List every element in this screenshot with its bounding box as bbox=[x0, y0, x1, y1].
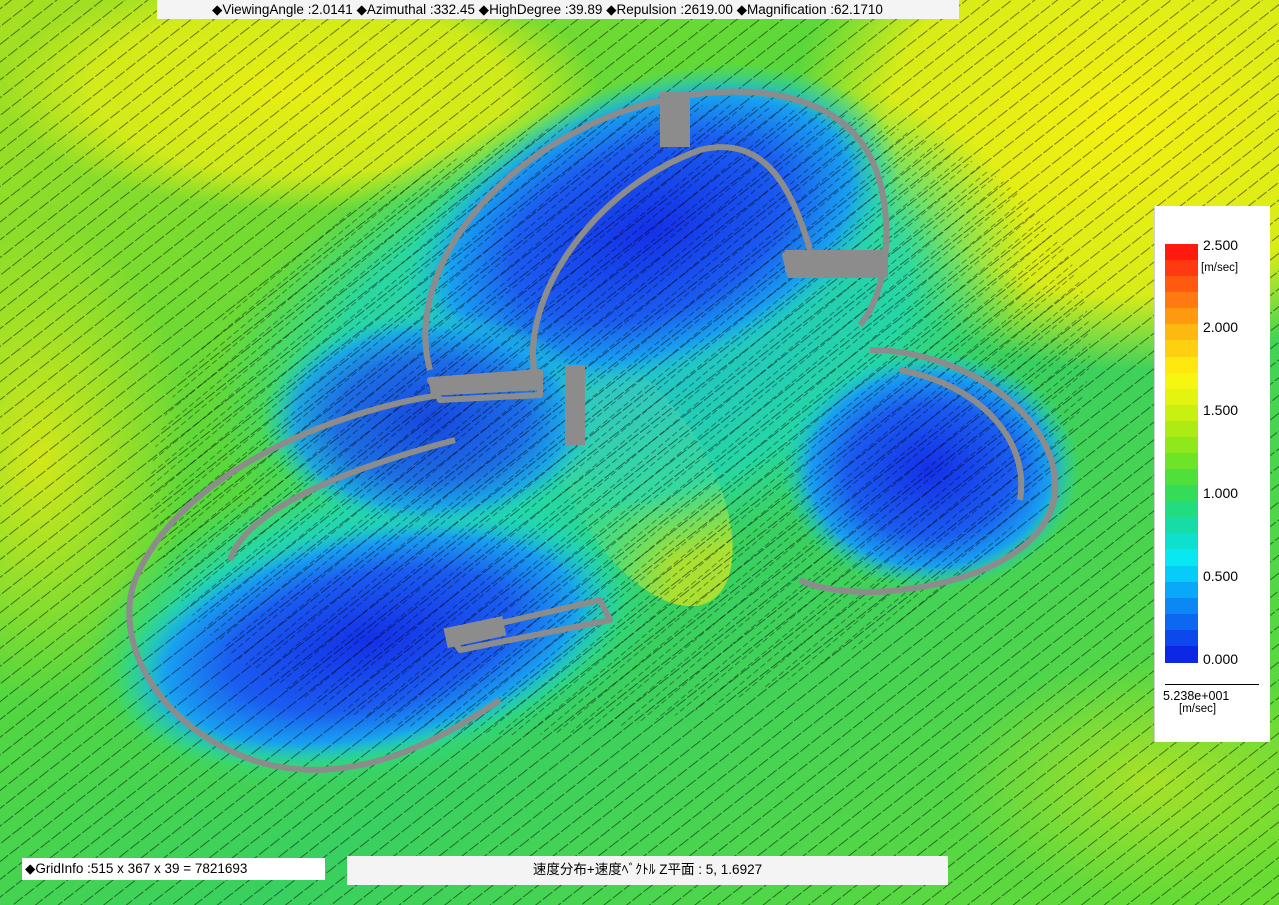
vector-scale-value: 5.238e+001 bbox=[1163, 689, 1230, 703]
legend-swatch bbox=[1165, 469, 1198, 486]
legend-swatch bbox=[1165, 565, 1198, 583]
legend-tick: 1.000 bbox=[1203, 485, 1239, 501]
legend-swatch bbox=[1165, 485, 1198, 502]
plane-info-label: 速度分布+速度ﾍﾞｸﾄﾙ Z平面 : 5, 1.6927 bbox=[347, 856, 948, 885]
legend-swatch bbox=[1165, 453, 1198, 470]
legend-swatch bbox=[1165, 340, 1198, 358]
legend-swatch bbox=[1165, 244, 1198, 261]
legend-swatch bbox=[1165, 356, 1198, 374]
legend-unit-label: [m/sec] bbox=[1201, 262, 1239, 274]
legend-color-bar bbox=[1165, 244, 1198, 663]
legend-swatch bbox=[1165, 308, 1198, 325]
legend-swatch bbox=[1165, 549, 1198, 567]
legend-swatch bbox=[1165, 324, 1198, 342]
legend-swatch bbox=[1165, 372, 1198, 390]
legend-swatch bbox=[1165, 533, 1198, 551]
legend-swatch bbox=[1165, 388, 1198, 406]
legend-swatch bbox=[1165, 629, 1198, 647]
legend-swatch bbox=[1165, 436, 1198, 454]
velocity-field-viewport[interactable] bbox=[0, 0, 1279, 905]
legend-swatch bbox=[1165, 420, 1198, 438]
legend-swatch bbox=[1165, 276, 1198, 293]
legend-swatch bbox=[1165, 613, 1198, 631]
legend-swatch bbox=[1165, 501, 1198, 518]
legend-swatch bbox=[1165, 645, 1198, 663]
vector-scale-arrow bbox=[1165, 684, 1259, 685]
color-legend: 2.500 [m/sec] 2.000 1.500 1.000 0.500 0.… bbox=[1154, 206, 1270, 742]
legend-tick: 2.000 bbox=[1203, 319, 1239, 335]
grid-info-text: ◆GridInfo :515 x 367 x 39 = 7821693 bbox=[25, 861, 248, 876]
legend-swatch bbox=[1165, 581, 1198, 599]
velocity-field-plot bbox=[0, 0, 1279, 905]
legend-swatch bbox=[1165, 292, 1198, 309]
legend-swatch bbox=[1165, 597, 1198, 615]
view-parameters-bar: ◆ViewingAngle :2.0141 ◆Azimuthal :332.45… bbox=[157, 0, 959, 19]
grid-info-label: ◆GridInfo :515 x 367 x 39 = 7821693 bbox=[22, 858, 325, 880]
vector-scale-unit: [m/sec] bbox=[1179, 703, 1217, 715]
legend-tick: 0.000 bbox=[1203, 651, 1239, 667]
view-parameters-text: ◆ViewingAngle :2.0141 ◆Azimuthal :332.45… bbox=[212, 2, 883, 17]
legend-swatch bbox=[1165, 517, 1198, 534]
legend-swatch bbox=[1165, 404, 1198, 422]
legend-max-label: 2.500 bbox=[1203, 237, 1239, 253]
legend-tick: 0.500 bbox=[1203, 568, 1239, 584]
plane-info-text: 速度分布+速度ﾍﾞｸﾄﾙ Z平面 : 5, 1.6927 bbox=[532, 862, 763, 877]
legend-swatch bbox=[1165, 260, 1198, 277]
legend-tick: 1.500 bbox=[1203, 402, 1239, 418]
